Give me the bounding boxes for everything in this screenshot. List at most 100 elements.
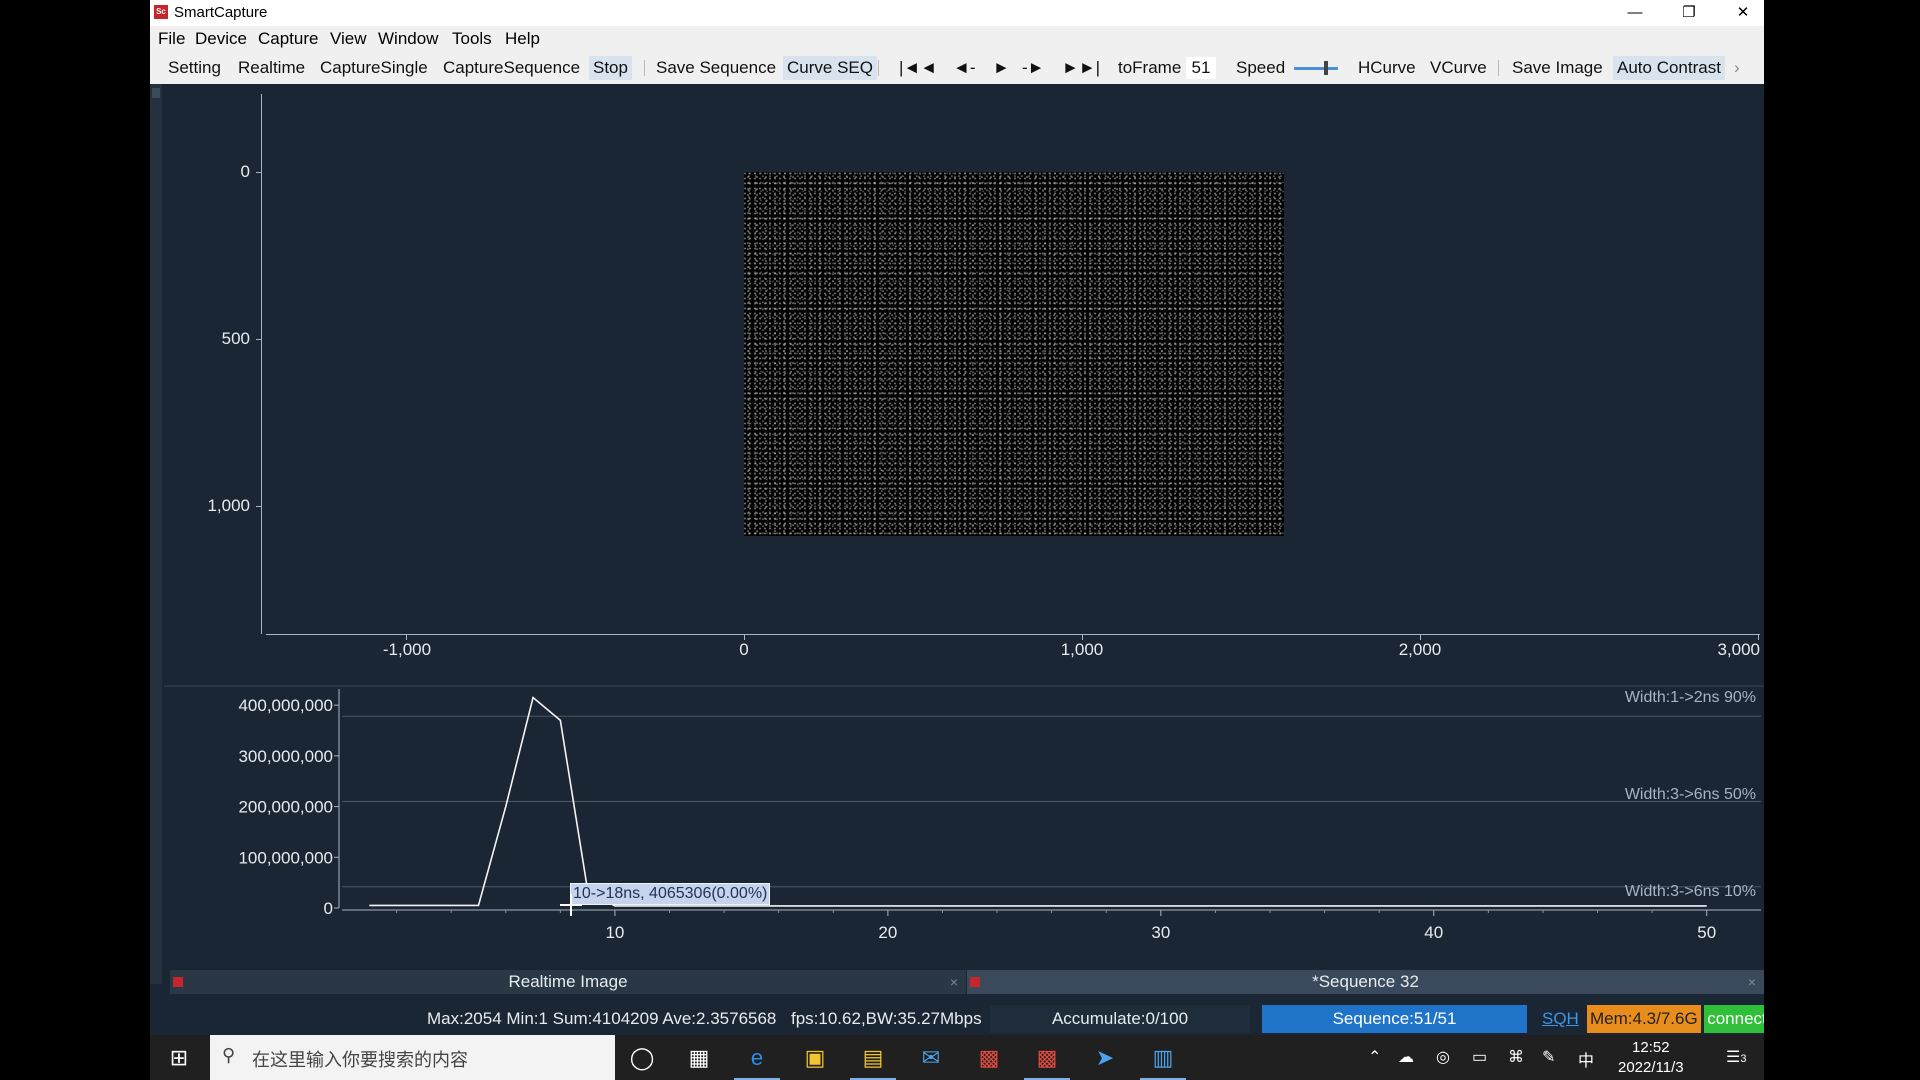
notification-count: 3 — [1740, 1053, 1747, 1065]
first-frame-button[interactable]: |◄◄ — [899, 58, 937, 78]
hcurve-button[interactable]: HCurve — [1358, 58, 1416, 78]
tab-close-icon[interactable]: × — [1748, 970, 1756, 994]
menu-tools[interactable]: Tools — [452, 29, 492, 49]
close-button[interactable]: ✕ — [1716, 0, 1770, 26]
tab-app-icon — [970, 977, 980, 987]
sqh-link[interactable]: SQH — [1542, 1005, 1579, 1033]
menu-view[interactable]: View — [330, 29, 367, 49]
captured-image[interactable] — [744, 172, 1284, 536]
system-clock[interactable]: 12:52 2022/11/3 — [1618, 1038, 1684, 1078]
app-logo: Sc — [154, 5, 168, 19]
image-stats: Max:2054 Min:1 Sum:4104209 Ave:2.3576568 — [427, 1009, 777, 1028]
tab-app-icon — [173, 977, 183, 987]
battery-icon[interactable]: ▭ — [1472, 1047, 1487, 1067]
prev-frame-button[interactable]: ◄- — [953, 58, 976, 78]
next-frame-button[interactable]: -► — [1022, 58, 1045, 78]
connection-badge: connect — [1704, 1005, 1770, 1033]
speed-slider[interactable] — [1294, 67, 1338, 70]
file-explorer-icon[interactable]: ▤ — [850, 1041, 896, 1080]
smartcapture-taskbar-icon[interactable]: ▩ — [1024, 1041, 1070, 1080]
speed-slider-thumb[interactable] — [1324, 61, 1328, 75]
ime-indicator[interactable]: 中 — [1578, 1047, 1594, 1071]
curve-y-tick-label: 100,000,000 — [238, 848, 333, 867]
mail-icon[interactable]: ✉ — [914, 1041, 948, 1075]
store-icon[interactable]: ▣ — [798, 1041, 832, 1075]
last-frame-button[interactable]: ►►| — [1062, 58, 1100, 78]
curve-x-tick-label: 10 — [605, 923, 624, 942]
notification-icon[interactable]: ☰3 — [1726, 1047, 1746, 1067]
image-x-tick-label: 1,000 — [1060, 640, 1104, 659]
menu-window[interactable]: Window — [378, 29, 438, 49]
realtime-button[interactable]: Realtime — [238, 58, 305, 78]
menu-device[interactable]: Device — [195, 29, 247, 49]
dock-strip — [150, 84, 162, 984]
menu-help[interactable]: Help — [505, 29, 540, 49]
app-window: Sc SmartCapture — ❐ ✕ File Device Captur… — [150, 0, 1770, 1080]
image-x-tick-label: 3,000 — [1717, 640, 1760, 659]
taskbar: ⊞ ⚲ 在这里输入你要搜索的内容 ◯ ▦ e ▣ ▤ ✉ ▩ ▩ ➤ ▥ ⌃ ☁… — [150, 1035, 1770, 1080]
image-panel: 0 500 1,000 -1,000 0 1,000 2,000 3,000 — [164, 84, 1764, 680]
tab-label: *Sequence 32 — [1312, 972, 1419, 991]
curve-tooltip: 10->18ns, 4065306(0.00%) — [570, 883, 771, 905]
tab-label: Realtime Image — [508, 972, 628, 991]
image-y-axis — [261, 94, 262, 634]
curve-seq-button[interactable]: Curve SEQ — [783, 56, 877, 80]
microphone-icon[interactable]: ◎ — [1436, 1047, 1450, 1067]
onedrive-icon[interactable]: ☁ — [1398, 1047, 1414, 1067]
setting-button[interactable]: Setting — [168, 58, 221, 78]
toolbar: Setting Realtime CaptureSingle CaptureSe… — [150, 52, 1770, 84]
capture-single-button[interactable]: CaptureSingle — [320, 58, 428, 78]
capture-sequence-button[interactable]: CaptureSequence — [443, 58, 580, 78]
tab-close-icon[interactable]: × — [950, 970, 958, 994]
curve-x-tick-label: 30 — [1151, 923, 1170, 942]
search-placeholder: 在这里输入你要搜索的内容 — [252, 1050, 468, 1070]
tab-realtime-image[interactable]: Realtime Image × — [170, 970, 966, 994]
dock-handle-icon[interactable] — [152, 88, 160, 98]
curve-y-tick-label: 400,000,000 — [238, 696, 333, 715]
level-label-10: Width:3->6ns 10% — [1624, 883, 1756, 900]
status-bar: Max:2054 Min:1 Sum:4104209 Ave:2.3576568… — [150, 1005, 1770, 1035]
y-tick — [256, 506, 262, 507]
task-view-icon[interactable]: ▦ — [682, 1041, 716, 1075]
play-button[interactable]: ► — [993, 58, 1010, 78]
curve-chart[interactable]: 0 100,000,000 200,000,000 300,000,000 400,00… — [164, 683, 1764, 968]
curve-x-tick-label: 50 — [1697, 923, 1716, 942]
to-frame-input[interactable]: 51 — [1186, 57, 1216, 79]
image-x-tick-label: 0 — [739, 640, 749, 659]
curve-x-tick-label: 20 — [878, 923, 897, 942]
save-image-button[interactable]: Save Image — [1512, 58, 1603, 78]
clock-time: 12:52 — [1632, 1039, 1670, 1056]
vcurve-button[interactable]: VCurve — [1430, 58, 1487, 78]
toolbar-overflow-icon[interactable]: › — [1734, 58, 1740, 78]
curve-x-tick-label: 40 — [1424, 923, 1443, 942]
app-store-icon[interactable]: ▥ — [1140, 1041, 1186, 1080]
title-bar: Sc SmartCapture — ❐ ✕ — [150, 0, 1770, 26]
auto-contrast-button[interactable]: Auto Contrast — [1613, 56, 1725, 80]
taskbar-search[interactable]: ⚲ 在这里输入你要搜索的内容 — [210, 1035, 615, 1080]
search-icon: ⚲ — [222, 1045, 236, 1065]
dc-app-icon[interactable]: ▩ — [972, 1041, 1006, 1075]
curve-y-tick-label: 200,000,000 — [238, 798, 333, 817]
save-sequence-button[interactable]: Save Sequence — [656, 58, 776, 78]
toolbar-separator — [1498, 60, 1499, 76]
cortana-icon[interactable]: ◯ — [625, 1041, 659, 1075]
feedback-icon[interactable]: ➤ — [1088, 1041, 1122, 1075]
stop-button[interactable]: Stop — [589, 56, 632, 80]
menu-capture[interactable]: Capture — [258, 29, 318, 49]
pen-icon[interactable]: ✎ — [1542, 1047, 1555, 1067]
tab-sequence[interactable]: *Sequence 32 × — [967, 970, 1764, 994]
toolbar-separator — [644, 60, 645, 76]
restore-button[interactable]: ❐ — [1662, 0, 1716, 26]
level-label-90: Width:1->2ns 90% — [1624, 689, 1756, 706]
menu-file[interactable]: File — [158, 29, 185, 49]
y-tick — [256, 339, 262, 340]
network-icon[interactable]: ⌘ — [1508, 1047, 1524, 1067]
to-frame-label: toFrame — [1118, 58, 1182, 77]
image-y-tick-label: 1,000 — [207, 496, 250, 515]
screen-edge — [1764, 0, 1770, 1080]
tray-overflow-icon[interactable]: ⌃ — [1368, 1047, 1381, 1067]
minimize-button[interactable]: — — [1608, 0, 1662, 26]
edge-icon[interactable]: e — [734, 1041, 780, 1080]
image-x-tick-label: 2,000 — [1398, 640, 1442, 659]
windows-start-icon[interactable]: ⊞ — [162, 1041, 196, 1075]
